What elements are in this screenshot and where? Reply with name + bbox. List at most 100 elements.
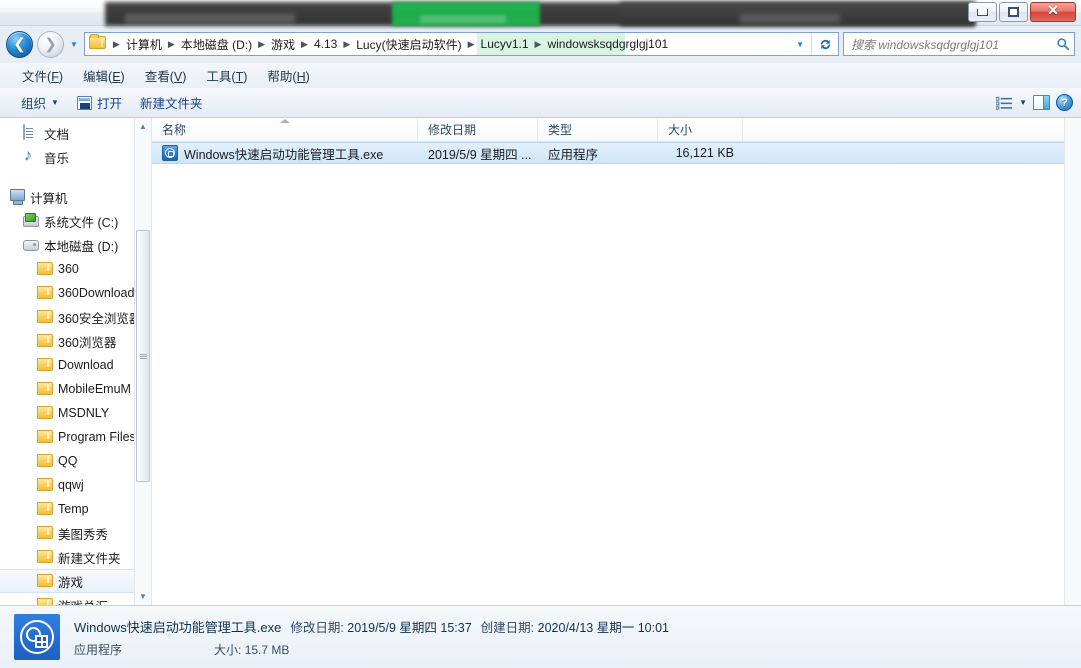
folder-icon	[36, 261, 52, 277]
refresh-icon	[820, 39, 830, 49]
open-button[interactable]: 打开	[68, 90, 131, 115]
column-header-name[interactable]: 名称	[152, 118, 418, 141]
sort-ascending-icon	[279, 119, 290, 123]
minimize-button[interactable]	[968, 2, 997, 22]
sidebar-item-music[interactable]: 音乐	[0, 145, 151, 169]
sidebar-item-label: MSDNLY	[58, 406, 110, 420]
file-list-rows: Windows快速启动功能管理工具.exe 2019/5/9 星期四 ... 应…	[152, 142, 1081, 164]
column-header-type-label: 类型	[548, 123, 573, 137]
folder-icon	[36, 405, 52, 421]
address-folder-icon	[88, 34, 108, 52]
breadcrumb-separator[interactable]: ▶	[466, 39, 477, 50]
view-dropdown-icon[interactable]: ▼	[1019, 98, 1027, 107]
breadcrumb-item-4[interactable]: Lucy(快速启动软件)	[352, 34, 465, 55]
search-input[interactable]: 搜索 windowsksqdgrglgj101	[851, 36, 1056, 53]
breadcrumb-separator[interactable]: ▶	[111, 39, 122, 50]
breadcrumb-separator[interactable]: ▶	[341, 39, 352, 50]
details-line-2: 应用程序 大小: 15.7 MB	[74, 641, 669, 658]
forward-arrow-icon: ❯	[44, 35, 57, 53]
scroll-up-icon[interactable]: ▲	[135, 118, 151, 135]
sidebar-item-games[interactable]: 游戏	[0, 569, 151, 593]
help-icon[interactable]: ?	[1056, 94, 1073, 111]
sidebar-item-360-browser[interactable]: 360浏览器	[0, 329, 151, 353]
menu-item-tools[interactable]: 工具(T)	[196, 63, 257, 88]
sidebar-item-label: 美图秀秀	[58, 527, 109, 542]
forward-button[interactable]: ❯	[37, 30, 64, 58]
preview-pane-icon[interactable]	[1033, 95, 1050, 110]
maximize-button[interactable]	[999, 2, 1028, 22]
drive-c-icon	[22, 213, 38, 229]
details-modified-label: 修改日期:	[290, 620, 344, 635]
folder-icon	[36, 549, 52, 565]
sidebar-item-label: 本地磁盘 (D:)	[44, 239, 119, 254]
folder-icon	[36, 573, 52, 589]
refresh-button[interactable]	[812, 37, 838, 52]
breadcrumb-item-5[interactable]: Lucyv1.1	[477, 35, 533, 53]
sidebar-item-download[interactable]: Download	[0, 353, 151, 377]
sidebar-item-meitu[interactable]: 美图秀秀	[0, 521, 151, 545]
breadcrumb-item-0[interactable]: 计算机	[122, 34, 166, 55]
command-toolbar: 组织 ▼ 打开 新建文件夹 ▼ ?	[0, 88, 1081, 118]
sidebar-item-msdnly[interactable]: MSDNLY	[0, 401, 151, 425]
folder-icon	[36, 429, 52, 445]
address-box[interactable]: ▶ 计算机 ▶ 本地磁盘 (D:) ▶ 游戏 ▶ 4.13 ▶ Lucy(快速启…	[83, 32, 839, 56]
column-header-size[interactable]: 大小	[658, 118, 743, 141]
title-bar[interactable]: ✕	[0, 0, 1081, 26]
scroll-down-icon[interactable]: ▼	[135, 588, 151, 605]
window-controls: ✕	[968, 2, 1076, 22]
breadcrumb-separator[interactable]: ▶	[256, 39, 267, 50]
sidebar-item-temp[interactable]: Temp	[0, 497, 151, 521]
menu-item-tools-key: T	[235, 70, 244, 84]
address-dropdown-icon[interactable]: ▼	[789, 40, 811, 49]
table-row[interactable]: Windows快速启动功能管理工具.exe 2019/5/9 星期四 ... 应…	[152, 142, 1081, 164]
details-line-1: Windows快速启动功能管理工具.exe 修改日期: 2019/5/9 星期四…	[74, 617, 669, 636]
breadcrumb-separator[interactable]: ▶	[166, 39, 177, 50]
search-box[interactable]: 搜索 windowsksqdgrglgj101	[843, 32, 1075, 56]
breadcrumb-separator[interactable]: ▶	[299, 39, 310, 50]
folder-icon	[36, 381, 52, 397]
back-button[interactable]: ❮	[6, 30, 33, 58]
menu-item-help[interactable]: 帮助(H)	[257, 63, 319, 88]
title-bar-obscured-right	[620, 2, 975, 26]
scrollbar-thumb[interactable]	[136, 230, 150, 482]
change-view-icon[interactable]	[996, 96, 1013, 110]
sidebar-item-360-safe-browser[interactable]: 360安全浏览器	[0, 305, 151, 329]
file-list-scrollbar[interactable]	[1064, 118, 1081, 605]
breadcrumb-item-6[interactable]: windowsksqdgrglgj101	[543, 35, 672, 53]
navigation-scrollbar[interactable]: ▲ ▼	[134, 118, 151, 605]
sidebar-item-360[interactable]: 360	[0, 257, 151, 281]
column-header-modified[interactable]: 修改日期	[418, 118, 538, 141]
sidebar-item-qq[interactable]: QQ	[0, 449, 151, 473]
navigation-pane: 文档 音乐 计算机 系统文件 (C:) 本地磁盘 (D:) 360 360Dow…	[0, 118, 152, 605]
menu-item-view[interactable]: 查看(V)	[135, 63, 197, 88]
breadcrumb-item-3[interactable]: 4.13	[310, 35, 341, 53]
sidebar-item-program-files[interactable]: Program Files	[0, 425, 151, 449]
close-button[interactable]: ✕	[1030, 2, 1076, 22]
sidebar-item-mobileemum[interactable]: MobileEmuM	[0, 377, 151, 401]
menu-item-edit[interactable]: 编辑(E)	[73, 63, 135, 88]
back-arrow-icon: ❮	[13, 35, 26, 53]
sidebar-item-new-folder[interactable]: 新建文件夹	[0, 545, 151, 569]
menu-item-view-label: 查看	[144, 70, 170, 84]
sidebar-item-documents[interactable]: 文档	[0, 121, 151, 145]
sidebar-item-qqwj[interactable]: qqwj	[0, 473, 151, 497]
sidebar-item-computer[interactable]: 计算机	[0, 185, 151, 209]
column-header-name-label: 名称	[162, 123, 187, 137]
new-folder-button[interactable]: 新建文件夹	[131, 90, 212, 115]
menu-item-file[interactable]: 文件(F)	[12, 63, 73, 88]
breadcrumb-item-2[interactable]: 游戏	[267, 34, 299, 55]
sidebar-item-360download[interactable]: 360Download	[0, 281, 151, 305]
organize-button[interactable]: 组织 ▼	[12, 90, 68, 115]
breadcrumb-item-1[interactable]: 本地磁盘 (D:)	[177, 34, 256, 55]
sidebar-item-drive-c[interactable]: 系统文件 (C:)	[0, 209, 151, 233]
details-type-value: 应用程序	[74, 642, 123, 657]
breadcrumb-separator[interactable]: ▶	[533, 39, 544, 50]
folder-icon	[36, 525, 52, 541]
column-header-type[interactable]: 类型	[538, 118, 658, 141]
sidebar-item-games-collection[interactable]: 游戏总汇	[0, 593, 151, 606]
sidebar-item-drive-d[interactable]: 本地磁盘 (D:)	[0, 233, 151, 257]
menu-item-help-key: H	[296, 70, 306, 84]
details-pane: Windows快速启动功能管理工具.exe 修改日期: 2019/5/9 星期四…	[0, 605, 1081, 668]
recent-pages-caret-icon[interactable]: ▼	[68, 40, 80, 49]
scrollbar-track[interactable]	[135, 135, 151, 588]
